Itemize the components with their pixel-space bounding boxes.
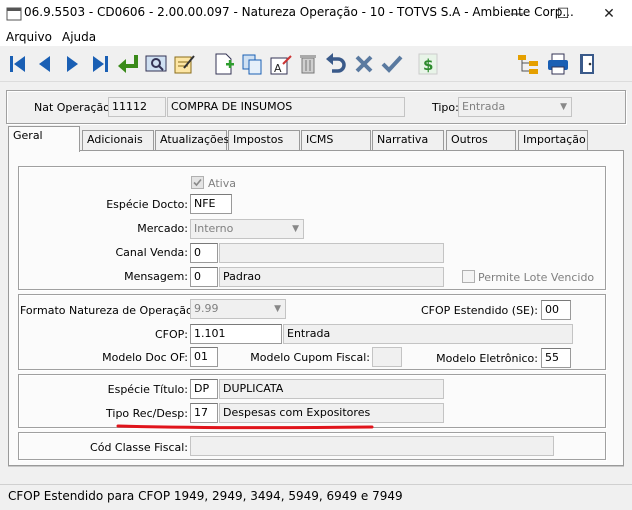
formato-select[interactable]: 9.99 ▼: [190, 299, 286, 319]
cfop-se-label: CFOP Estendido (SE):: [421, 304, 538, 317]
modelo-cupom-label: Modelo Cupom Fiscal:: [250, 351, 370, 364]
status-bar: CFOP Estendido para CFOP 1949, 2949, 349…: [0, 484, 632, 510]
modelo-doc-of-field[interactable]: 01: [190, 347, 218, 367]
list-icon[interactable]: [170, 50, 198, 78]
mercado-label: Mercado:: [137, 222, 188, 235]
chevron-down-icon: ▼: [274, 304, 281, 314]
toolbar: A $: [0, 46, 632, 82]
undo-icon[interactable]: [322, 50, 350, 78]
exit-icon[interactable]: [574, 50, 602, 78]
tab-geral[interactable]: Geral: [8, 126, 80, 152]
especie-titulo-label: Espécie Título:: [107, 383, 188, 396]
permite-lote-checkbox[interactable]: [462, 270, 475, 283]
tab-atualizacoes[interactable]: Atualizações: [155, 130, 229, 150]
close-button[interactable]: ✕: [586, 0, 632, 28]
hierarchy-icon[interactable]: [514, 50, 542, 78]
cancel-icon[interactable]: [350, 50, 378, 78]
app-icon: [6, 7, 22, 21]
formato-label: Formato Natureza de Operação:: [20, 304, 197, 317]
tab-impostos[interactable]: Impostos: [228, 130, 300, 150]
menu-ajuda[interactable]: Ajuda: [62, 28, 96, 46]
tipo-rec-desp-label: Tipo Rec/Desp:: [106, 407, 188, 420]
svg-text:$: $: [423, 56, 433, 74]
status-text: CFOP Estendido para CFOP 1949, 2949, 349…: [8, 489, 403, 503]
tipo-value: Entrada: [462, 100, 506, 113]
tipo-rec-desp-desc[interactable]: Despesas com Expositores: [219, 403, 444, 423]
especie-titulo-desc[interactable]: DUPLICATA: [219, 379, 444, 399]
new-icon[interactable]: [210, 50, 238, 78]
save-icon[interactable]: [378, 50, 406, 78]
especie-titulo-code[interactable]: DP: [190, 379, 218, 399]
chevron-down-icon: ▼: [292, 224, 299, 234]
permite-lote-label: Permite Lote Vencido: [478, 271, 595, 284]
cfop-label: CFOP:: [154, 328, 188, 341]
canal-venda-label: Canal Venda:: [115, 246, 188, 259]
next-record-icon[interactable]: [58, 50, 86, 78]
mercado-select[interactable]: Interno ▼: [190, 219, 304, 239]
nat-operacao-code[interactable]: 11112: [108, 97, 166, 117]
modelo-eletronico-label: Modelo Eletrônico:: [436, 352, 538, 365]
highlight-underline: [116, 421, 376, 434]
tab-importacao[interactable]: Importação: [518, 130, 588, 150]
mercado-value: Interno: [194, 222, 234, 235]
mensagem-label: Mensagem:: [124, 270, 188, 283]
edit-icon[interactable]: A: [266, 50, 294, 78]
goto-icon[interactable]: [114, 50, 142, 78]
canal-venda-code[interactable]: 0: [190, 243, 218, 263]
mensagem-code[interactable]: 0: [190, 267, 218, 287]
modelo-doc-of-label: Modelo Doc OF:: [102, 351, 188, 364]
tipo-label: Tipo:: [432, 101, 459, 114]
tab-outros[interactable]: Outros: [446, 130, 516, 150]
cfop-desc[interactable]: Entrada: [283, 324, 573, 344]
menu-bar: Arquivo Ajuda: [0, 28, 632, 46]
ativa-checkbox[interactable]: [191, 176, 204, 192]
cod-classe-fiscal-label: Cód Classe Fiscal:: [90, 441, 188, 454]
last-record-icon[interactable]: [86, 50, 114, 78]
maximize-button[interactable]: ☐: [540, 0, 586, 28]
tipo-select[interactable]: Entrada ▼: [458, 97, 572, 117]
cod-classe-fiscal-field[interactable]: [190, 436, 554, 456]
search-icon[interactable]: [142, 50, 170, 78]
cfop-se-field[interactable]: 00: [541, 300, 571, 320]
mensagem-desc[interactable]: Padrao: [219, 267, 444, 287]
ativa-label: Ativa: [208, 177, 236, 190]
canal-venda-desc[interactable]: [219, 243, 444, 263]
money-icon[interactable]: $: [414, 50, 442, 78]
tipo-rec-desp-code[interactable]: 17: [190, 403, 218, 423]
window-title: 06.9.5503 - CD0606 - 2.00.00.097 - Natur…: [24, 5, 574, 19]
first-record-icon[interactable]: [4, 50, 32, 78]
svg-text:A: A: [274, 62, 282, 75]
title-bar: 06.9.5503 - CD0606 - 2.00.00.097 - Natur…: [0, 0, 632, 28]
menu-arquivo[interactable]: Arquivo: [6, 28, 52, 46]
prev-record-icon[interactable]: [31, 50, 59, 78]
tab-adicionais[interactable]: Adicionais: [82, 130, 154, 150]
minimize-button[interactable]: —: [494, 0, 540, 28]
especie-docto-label: Espécie Docto:: [106, 198, 188, 211]
especie-docto-field[interactable]: NFE: [190, 194, 232, 214]
nat-operacao-desc[interactable]: COMPRA DE INSUMOS: [167, 97, 405, 117]
divider: [8, 466, 624, 467]
tab-narrativa[interactable]: Narrativa: [372, 130, 444, 150]
tab-icms[interactable]: ICMS: [301, 130, 371, 150]
delete-icon[interactable]: [294, 50, 322, 78]
print-icon[interactable]: [544, 50, 572, 78]
formato-value: 9.99: [194, 302, 219, 315]
modelo-cupom-field[interactable]: [372, 347, 402, 367]
chevron-down-icon: ▼: [560, 102, 567, 112]
modelo-eletronico-field[interactable]: 55: [541, 348, 571, 368]
cfop-code[interactable]: 1.101: [190, 324, 282, 344]
nat-operacao-label: Nat Operação:: [34, 101, 114, 114]
copy-icon[interactable]: [238, 50, 266, 78]
